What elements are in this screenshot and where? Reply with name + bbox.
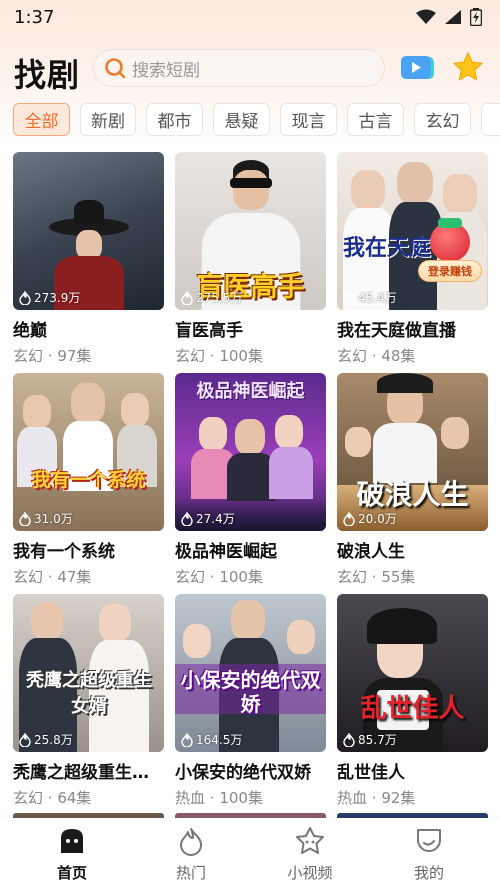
short-video-icon	[296, 827, 324, 854]
tab-more[interactable]	[481, 103, 500, 136]
flame-icon	[180, 828, 202, 856]
drama-poster: 盲医高手 275.5万	[175, 152, 326, 310]
drama-poster: 极品神医崛起 27.4万	[175, 373, 326, 531]
flame-icon	[181, 732, 193, 747]
drama-meta: 玄幻 · 100集	[175, 568, 263, 586]
flame-icon	[343, 511, 355, 526]
view-count: 27.4万	[181, 510, 235, 527]
drama-meta: 热血 · 92集	[337, 789, 416, 807]
drama-poster: 273.9万	[13, 152, 164, 310]
drama-card[interactable]: 秃鹰之超级重生女婿 25.8万 秃鹰之超级重生女婿 玄幻 · 64集	[13, 594, 164, 808]
home-icon	[61, 829, 83, 853]
tab-all[interactable]: 全部	[13, 103, 70, 136]
wifi-icon	[416, 9, 436, 24]
drama-card[interactable]: 乱世佳人 85.7万 乱世佳人 热血 · 92集	[337, 594, 488, 808]
drama-poster: 我在天庭 登录赚钱 45.4万	[337, 152, 488, 310]
drama-meta: 玄幻 · 97集	[13, 347, 92, 365]
star-icon	[453, 52, 483, 81]
drama-title: 极品神医崛起	[175, 542, 277, 562]
drama-poster: 秃鹰之超级重生女婿 25.8万	[13, 594, 164, 752]
view-count: 275.5万	[181, 289, 242, 306]
poster-text: 乱世佳人	[360, 694, 465, 724]
drama-card[interactable]: 小保安的绝代双娇 164.5万 小保安的绝代双娇 热血 · 100集	[175, 594, 326, 808]
search-icon	[105, 58, 126, 79]
flame-icon	[343, 732, 355, 747]
drama-title: 我在天庭做直播	[337, 321, 456, 341]
drama-poster: 破浪人生 20.0万	[337, 373, 488, 531]
drama-meta: 玄幻 · 100集	[175, 347, 263, 365]
search-input[interactable]: 搜索短剧	[93, 49, 385, 87]
flame-icon	[343, 290, 355, 305]
drama-meta: 热血 · 100集	[175, 789, 263, 807]
status-bar: 1:37	[0, 0, 500, 34]
drama-title: 破浪人生	[337, 542, 405, 562]
poster-text: 我有一个系统	[31, 469, 146, 491]
poster-text: 破浪人生	[356, 478, 469, 511]
drama-title: 绝巅	[13, 321, 47, 341]
tab-new[interactable]: 新剧	[80, 103, 136, 136]
flame-icon	[19, 732, 31, 747]
view-count: 85.7万	[343, 731, 397, 748]
status-time: 1:37	[14, 6, 55, 28]
drama-meta: 玄幻 · 64集	[13, 789, 92, 807]
tab-modern-romance[interactable]: 现言	[280, 103, 337, 136]
drama-poster: 我有一个系统 31.0万	[13, 373, 164, 531]
page-title: 找剧	[14, 56, 81, 94]
bottom-nav: 首页 热门 小视频 我的	[0, 818, 500, 889]
view-count: 164.5万	[181, 731, 242, 748]
drama-meta: 玄幻 · 55集	[337, 568, 416, 586]
flame-icon	[181, 511, 193, 526]
drama-title: 秃鹰之超级重生女婿	[13, 763, 164, 783]
nav-home[interactable]: 首页	[27, 826, 117, 883]
video-history-button[interactable]	[400, 53, 436, 83]
drama-poster: 乱世佳人 85.7万	[337, 594, 488, 752]
view-count: 20.0万	[343, 510, 397, 527]
drama-card[interactable]: 盲医高手 275.5万 盲医高手 玄幻 · 100集	[175, 152, 326, 366]
drama-card[interactable]: 273.9万 绝巅 玄幻 · 97集	[13, 152, 164, 366]
nav-short-video-label: 小视频	[287, 864, 333, 882]
nav-hot[interactable]: 热门	[146, 826, 236, 883]
drama-title: 乱世佳人	[337, 763, 405, 783]
drama-card[interactable]: 我在天庭 登录赚钱 45.4万 我在天庭做直播 玄幻 · 48集	[337, 152, 488, 366]
poster-text: 秃鹰之超级重生女婿	[26, 670, 152, 717]
tab-urban[interactable]: 都市	[146, 103, 203, 136]
nav-profile-label: 我的	[413, 864, 444, 882]
tab-ancient-romance[interactable]: 古言	[347, 103, 404, 136]
drama-title: 我有一个系统	[13, 542, 115, 562]
drama-meta: 玄幻 · 48集	[337, 347, 416, 365]
drama-title: 小保安的绝代双娇	[175, 763, 311, 783]
cellular-signal-icon	[445, 10, 461, 24]
tab-fantasy[interactable]: 玄幻	[414, 103, 471, 136]
drama-card[interactable]: 我有一个系统 31.0万 我有一个系统 玄幻 · 47集	[13, 373, 164, 587]
poster-text: 小保安的绝代双娇	[180, 668, 321, 716]
video-play-icon	[401, 56, 434, 79]
drama-poster: 小保安的绝代双娇 164.5万	[175, 594, 326, 752]
header: 找剧 搜索短剧	[0, 46, 500, 94]
flame-icon	[19, 290, 31, 305]
login-reward-badge[interactable]: 登录赚钱	[418, 218, 482, 282]
view-count: 45.4万	[343, 289, 397, 306]
status-icons	[416, 8, 482, 26]
nav-short-video[interactable]: 小视频	[265, 826, 355, 883]
drama-card[interactable]: 极品神医崛起 27.4万 极品神医崛起 玄幻 · 100集	[175, 373, 326, 587]
drama-meta: 玄幻 · 47集	[13, 568, 92, 586]
view-count: 273.9万	[19, 289, 80, 306]
search-placeholder: 搜索短剧	[132, 60, 200, 81]
poster-text: 极品神医崛起	[196, 381, 305, 402]
drama-card[interactable]: 破浪人生 20.0万 破浪人生 玄幻 · 55集	[337, 373, 488, 587]
favorites-button[interactable]	[452, 51, 484, 83]
drama-title: 盲医高手	[175, 321, 243, 341]
category-tabs: 全部 新剧 都市 悬疑 现言 古言 玄幻	[0, 103, 500, 139]
nav-profile[interactable]: 我的	[384, 826, 474, 883]
tab-suspense[interactable]: 悬疑	[213, 103, 270, 136]
nav-home-label: 首页	[56, 864, 87, 882]
view-count: 31.0万	[19, 510, 73, 527]
profile-icon	[417, 829, 441, 852]
view-count: 25.8万	[19, 731, 73, 748]
flame-icon	[181, 290, 193, 305]
login-reward-label: 登录赚钱	[418, 260, 482, 282]
flame-icon	[19, 511, 31, 526]
battery-icon	[470, 8, 482, 26]
nav-hot-label: 热门	[175, 864, 206, 882]
